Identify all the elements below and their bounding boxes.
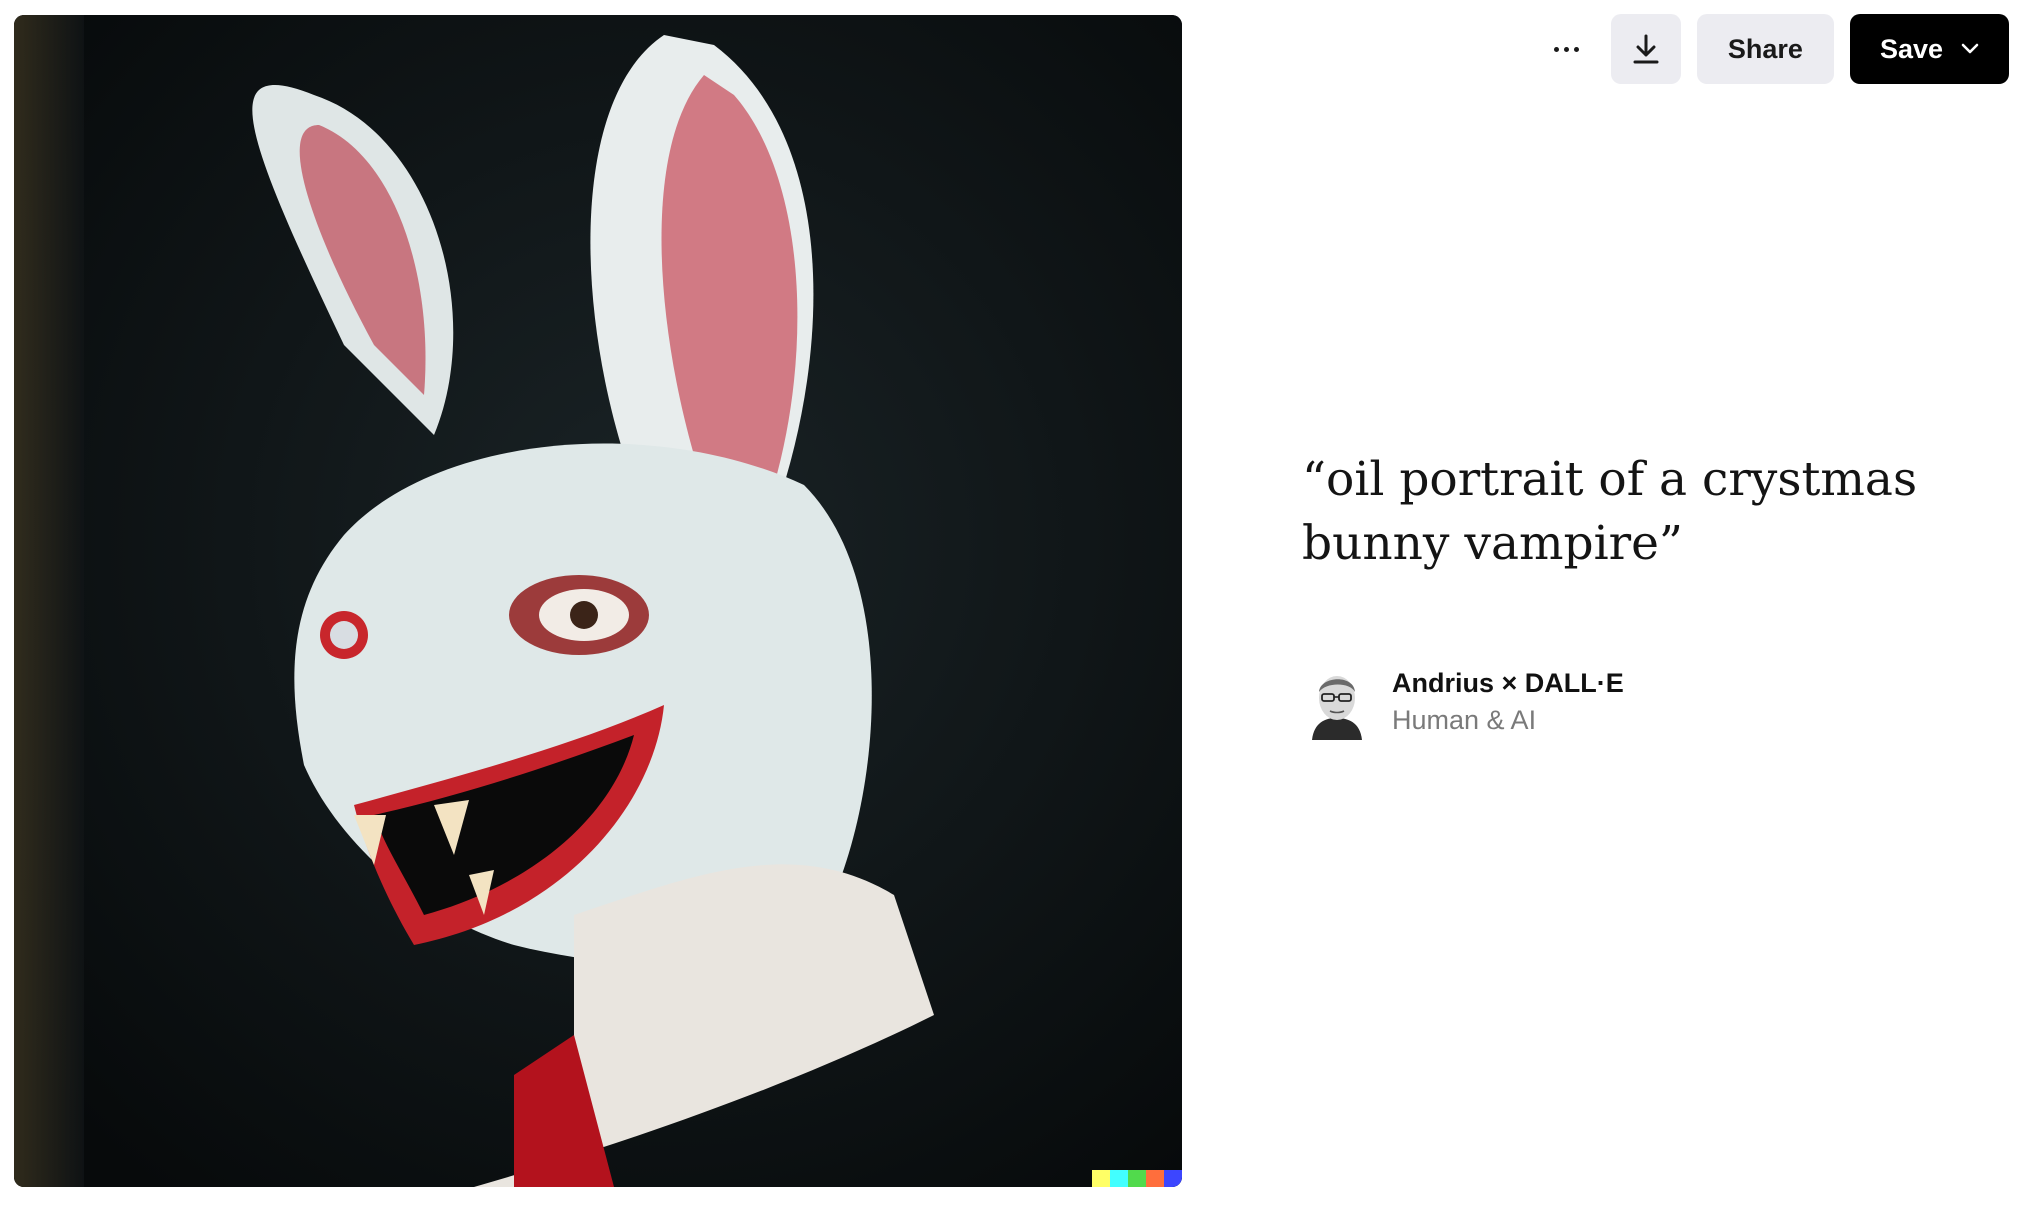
save-button[interactable]: Save xyxy=(1849,14,2009,84)
page: Share Save “oil portrait of a crystmas b… xyxy=(0,0,2021,1214)
share-button[interactable]: Share xyxy=(1696,14,1834,84)
toolbar: Share Save xyxy=(1539,14,2009,84)
avatar-image xyxy=(1304,664,1368,740)
more-options-button[interactable] xyxy=(1539,14,1595,84)
save-button-label: Save xyxy=(1879,33,1943,64)
bunny-vampire-painting xyxy=(14,15,1182,1187)
artwork-image[interactable] xyxy=(14,15,1182,1187)
download-icon xyxy=(1633,34,1659,64)
download-button[interactable] xyxy=(1610,14,1681,84)
more-horizontal-icon xyxy=(1554,46,1560,52)
credit: Andrius × DALL·E Human & AI xyxy=(1304,664,1624,740)
author-name[interactable]: Andrius × DALL·E xyxy=(1392,668,1624,699)
share-button-label: Share xyxy=(1727,33,1803,64)
signature-swatch xyxy=(1110,1170,1128,1187)
avatar[interactable] xyxy=(1304,664,1368,740)
chevron-down-icon xyxy=(1961,43,1979,54)
prompt-text: “oil portrait of a crystmas bunny vampir… xyxy=(1302,452,1918,571)
signature-swatch xyxy=(1164,1170,1182,1187)
dalle-signature xyxy=(1092,1170,1182,1187)
more-horizontal-icon-dot xyxy=(1574,46,1580,52)
signature-swatch xyxy=(1092,1170,1110,1187)
credit-text: Andrius × DALL·E Human & AI xyxy=(1392,668,1624,736)
signature-swatch xyxy=(1128,1170,1146,1187)
more-horizontal-icon-dot xyxy=(1564,46,1570,52)
author-role: Human & AI xyxy=(1392,705,1537,735)
signature-swatch xyxy=(1146,1170,1164,1187)
